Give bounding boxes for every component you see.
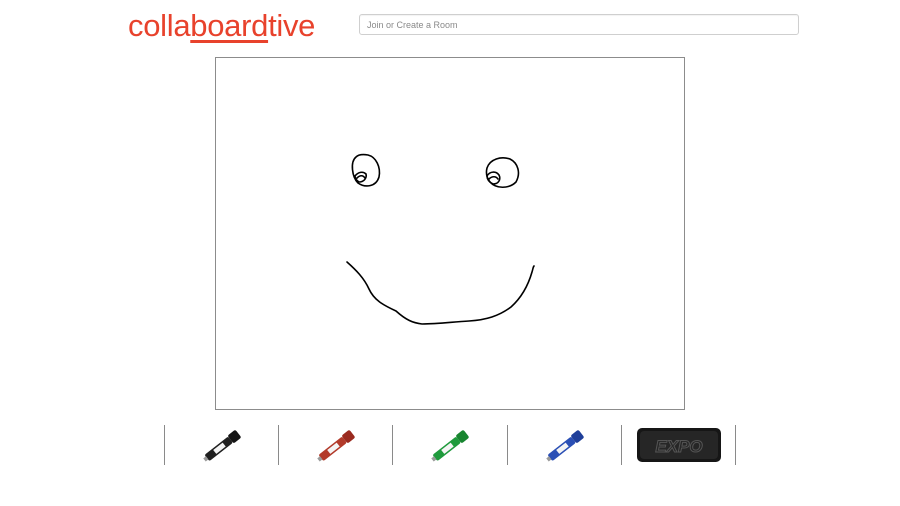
drawn-left-eye xyxy=(351,153,381,187)
red-marker-button[interactable] xyxy=(279,425,393,465)
logo-part-2: board xyxy=(190,8,269,43)
tool-toolbar: EXPO xyxy=(164,425,738,465)
drawing-canvas[interactable] xyxy=(215,57,685,410)
black-marker-button[interactable] xyxy=(165,425,279,465)
red-marker-icon xyxy=(317,430,355,462)
logo-part-3: tive xyxy=(268,8,316,43)
eraser-icon: EXPO xyxy=(637,428,721,462)
green-marker-button[interactable] xyxy=(393,425,507,465)
canvas-drawing xyxy=(346,153,535,325)
app-logo: collaboardtive xyxy=(128,6,315,46)
drawn-smile xyxy=(346,261,535,325)
room-search-input[interactable] xyxy=(359,14,799,35)
logo-part-1: colla xyxy=(128,8,191,43)
blue-marker-button[interactable] xyxy=(508,425,622,465)
green-marker-icon xyxy=(431,430,469,462)
black-marker-icon xyxy=(203,430,241,462)
eraser-brand-logo: EXPO xyxy=(655,437,702,456)
blue-marker-icon xyxy=(546,430,584,462)
drawn-right-pupil xyxy=(486,171,501,185)
eraser-button[interactable]: EXPO xyxy=(622,425,736,465)
drawn-left-pupil xyxy=(354,171,367,183)
